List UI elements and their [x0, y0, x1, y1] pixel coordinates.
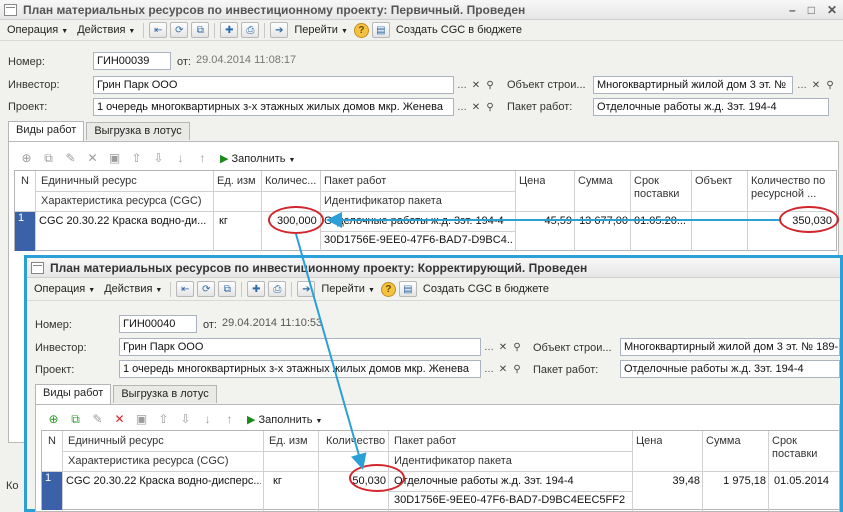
arrow-qty-primary-to-correcting: [295, 233, 367, 470]
annotation-arrows: [295, 212, 779, 470]
